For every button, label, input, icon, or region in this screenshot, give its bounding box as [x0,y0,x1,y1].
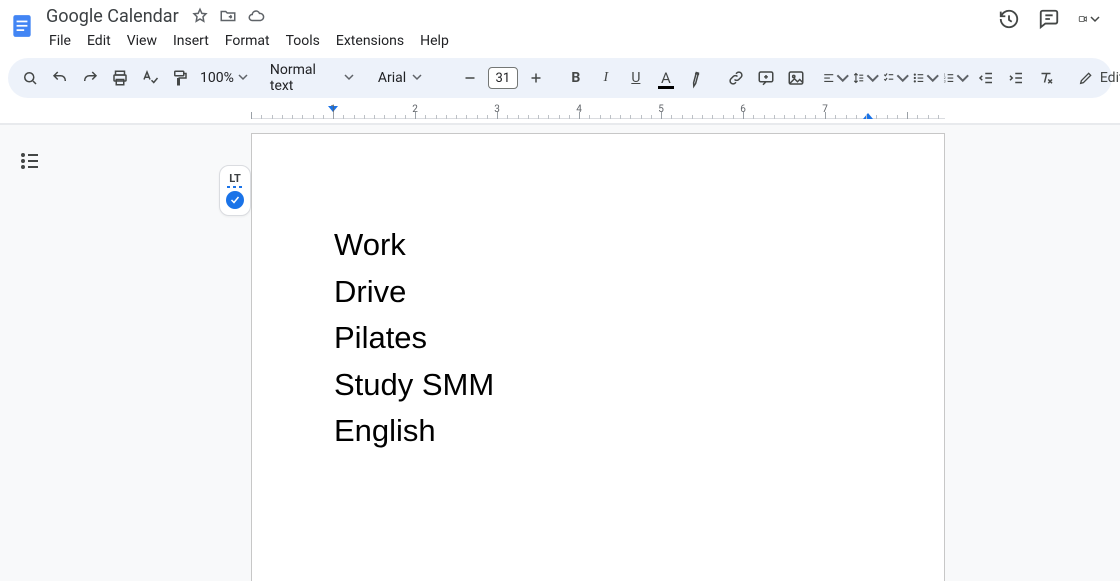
italic-button[interactable]: I [592,64,620,92]
spellcheck-icon[interactable] [136,64,164,92]
zoom-dropdown[interactable]: 100% [196,70,252,86]
clear-formatting-icon[interactable] [1032,64,1060,92]
right-indent-marker[interactable] [863,113,873,119]
add-comment-icon[interactable] [752,64,780,92]
document-line[interactable]: English [334,408,864,455]
menu-edit[interactable]: Edit [80,30,118,52]
redo-icon[interactable] [76,64,104,92]
ruler-label: 3 [494,104,500,115]
font-size-input[interactable]: 31 [488,67,518,89]
menu-format[interactable]: Format [218,30,277,52]
print-icon[interactable] [106,64,134,92]
extension-badge-panel: LT [219,165,251,216]
star-icon[interactable] [191,7,209,25]
menu-extensions[interactable]: Extensions [329,30,411,52]
horizontal-ruler[interactable]: 1 2 3 4 5 6 7 [0,104,1120,124]
ruler-label: 2 [412,104,418,115]
document-page[interactable]: WorkDrivePilatesStudy SMMEnglish [251,133,945,581]
paint-format-icon[interactable] [166,64,194,92]
line-spacing-dropdown[interactable] [852,64,880,92]
meet-icon[interactable] [1078,8,1100,30]
highlight-color-button[interactable] [682,64,710,92]
text-color-button[interactable]: A [652,64,680,92]
zoom-value: 100% [200,70,234,86]
font-family-dropdown[interactable]: Arial [372,70,444,86]
menu-file[interactable]: File [42,30,78,52]
menu-tools[interactable]: Tools [279,30,327,52]
document-title[interactable]: Google Calendar [42,6,183,27]
paragraph-style-value: Normal text [270,62,338,94]
ruler-label: 7 [822,104,828,115]
docs-logo-icon[interactable] [8,8,36,44]
ruler-label: 4 [576,104,582,115]
menu-bar: File Edit View Insert Format Tools Exten… [42,28,992,54]
move-icon[interactable] [219,7,237,25]
underline-button[interactable]: U [622,64,650,92]
search-menus-icon[interactable] [16,64,44,92]
document-line[interactable]: Study SMM [334,362,864,409]
font-size-decrease[interactable] [456,64,484,92]
menu-view[interactable]: View [120,30,164,52]
editing-mode-dropdown[interactable]: Editing [1074,70,1120,86]
align-dropdown[interactable] [822,64,850,92]
history-icon[interactable] [998,8,1020,30]
languagetool-icon[interactable]: LT [229,172,241,185]
font-size-increase[interactable] [522,64,550,92]
ruler-label: 1 [330,104,336,115]
ruler-label: 5 [658,104,664,115]
decrease-indent-icon[interactable] [972,64,1000,92]
chevron-down-icon [238,70,248,86]
check-complete-icon[interactable] [226,191,244,209]
insert-link-icon[interactable] [722,64,750,92]
menu-help[interactable]: Help [413,30,456,52]
editing-mode-label: Editing [1100,70,1120,86]
document-line[interactable]: Work [334,222,864,269]
ruler-label: 6 [740,104,746,115]
toolbar: 100% Normal text Arial 31 B I U [8,58,1112,98]
chevron-down-icon [412,70,422,86]
show-outline-icon[interactable] [18,149,42,173]
paragraph-style-dropdown[interactable]: Normal text [264,62,360,94]
document-line[interactable]: Pilates [334,315,864,362]
cloud-status-icon[interactable] [247,7,265,25]
increase-indent-icon[interactable] [1002,64,1030,92]
checklist-dropdown[interactable] [882,64,910,92]
bold-button[interactable]: B [562,64,590,92]
comments-icon[interactable] [1038,8,1060,30]
svg-text:3: 3 [944,80,946,84]
bulleted-list-dropdown[interactable] [912,64,940,92]
insert-image-icon[interactable] [782,64,810,92]
chevron-down-icon [344,70,354,86]
document-line[interactable]: Drive [334,269,864,316]
undo-icon[interactable] [46,64,74,92]
menu-insert[interactable]: Insert [166,30,216,52]
font-family-value: Arial [378,70,406,86]
numbered-list-dropdown[interactable]: 123 [942,64,970,92]
